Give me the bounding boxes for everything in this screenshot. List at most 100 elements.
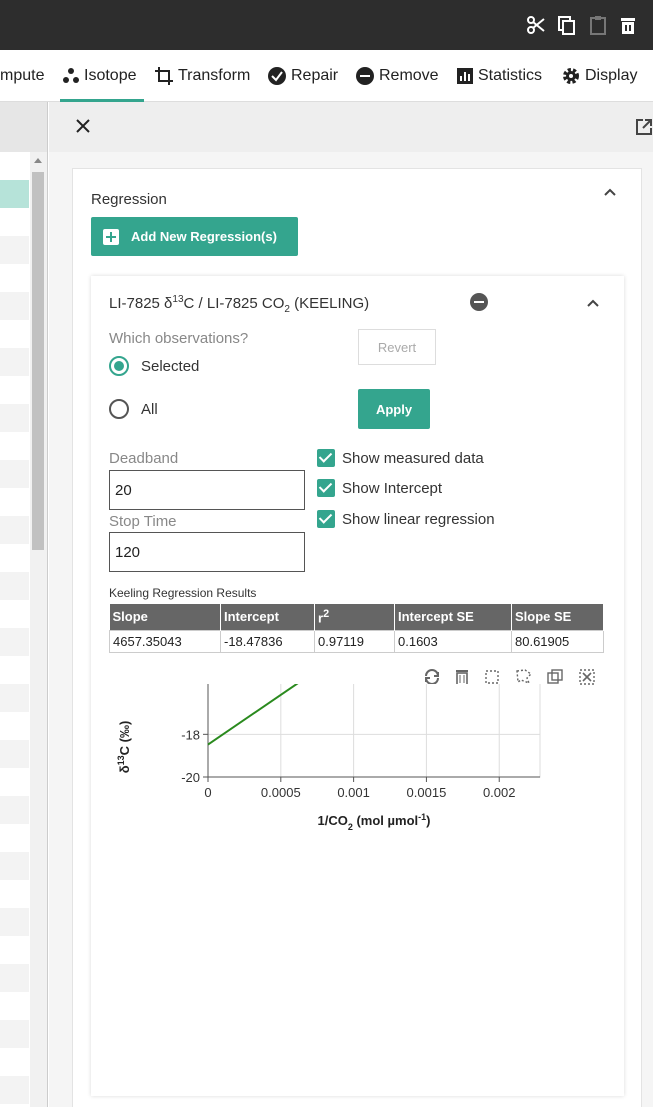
table-row[interactable] xyxy=(0,264,29,292)
trash-icon[interactable] xyxy=(617,14,639,36)
close-icon[interactable] xyxy=(71,114,95,138)
table-row[interactable] xyxy=(0,740,29,768)
stop-time-input[interactable]: 120 xyxy=(109,532,305,572)
show-measured-data-checkbox[interactable]: Show measured data xyxy=(317,449,484,467)
table-row[interactable] xyxy=(0,1076,29,1104)
results-cell: -18.47836 xyxy=(220,629,315,653)
y-tick-label: -18 xyxy=(181,727,200,742)
table-row[interactable] xyxy=(0,964,29,992)
table-row[interactable] xyxy=(0,656,29,684)
regression-item-title: LI-7825 δ13C / LI-7825 CO2 (KEELING) xyxy=(109,294,369,315)
gear-icon xyxy=(563,68,579,84)
table-row[interactable] xyxy=(0,768,29,796)
table-row[interactable] xyxy=(0,516,29,544)
table-row[interactable] xyxy=(0,404,29,432)
table-row[interactable] xyxy=(0,432,29,460)
radio-selected[interactable]: Selected xyxy=(109,356,199,376)
remove-regression-icon[interactable] xyxy=(469,292,489,312)
table-row-selected[interactable] xyxy=(0,180,29,208)
tool-display[interactable]: Display xyxy=(561,50,637,102)
y-axis-title-part: C (‰) xyxy=(117,721,132,756)
table-row[interactable] xyxy=(0,992,29,1020)
revert-button[interactable]: Revert xyxy=(358,329,436,365)
apply-button[interactable]: Apply xyxy=(358,389,430,429)
table-row[interactable] xyxy=(0,824,29,852)
table-row[interactable] xyxy=(0,796,29,824)
tool-label-remove: Remove xyxy=(379,67,439,84)
tool-label-display: Display xyxy=(585,67,638,84)
table-row[interactable] xyxy=(0,852,29,880)
table-row[interactable] xyxy=(0,488,29,516)
plus-icon xyxy=(103,228,119,245)
regression-item: LI-7825 δ13C / LI-7825 CO2 (KEELING) Whi… xyxy=(91,276,624,1096)
title-part: C / LI-7825 CO xyxy=(183,295,285,312)
crop-icon xyxy=(155,67,173,85)
table-row[interactable] xyxy=(0,908,29,936)
left-table-pane xyxy=(0,102,48,1107)
x-axis-title-part: ) xyxy=(426,813,430,828)
bar-chart-icon xyxy=(457,68,473,84)
table-row[interactable] xyxy=(0,208,29,236)
table-row[interactable] xyxy=(0,460,29,488)
x-axis-title-part: 1/CO xyxy=(318,813,348,828)
table-row[interactable] xyxy=(0,572,29,600)
radio-all-indicator[interactable] xyxy=(109,399,129,419)
radio-selected-indicator[interactable] xyxy=(109,356,129,376)
x-axis-title-part: -1 xyxy=(418,812,426,822)
paste-icon xyxy=(590,16,606,35)
chevron-up-icon[interactable] xyxy=(586,296,600,310)
scissors-icon[interactable] xyxy=(525,14,547,36)
table-row[interactable] xyxy=(0,376,29,404)
results-header-cell: Slope SE xyxy=(511,604,604,630)
tool-remove[interactable]: Remove xyxy=(355,50,439,102)
table-row[interactable] xyxy=(0,236,29,264)
tool-transform[interactable]: Transform xyxy=(154,50,250,102)
table-row[interactable] xyxy=(0,544,29,572)
chevron-up-icon[interactable] xyxy=(603,185,617,199)
radio-selected-label: Selected xyxy=(141,357,200,375)
radio-all[interactable]: All xyxy=(109,399,158,419)
scrollbar-thumb[interactable] xyxy=(32,172,44,550)
y-axis-title: δ13C (‰) xyxy=(116,721,132,774)
table-row[interactable] xyxy=(0,292,29,320)
show-intercept-checkbox[interactable]: Show Intercept xyxy=(317,479,442,497)
table-row[interactable] xyxy=(0,1020,29,1048)
tool-compute[interactable]: mpute xyxy=(0,50,44,102)
checkbox-box[interactable] xyxy=(317,510,335,528)
vertical-scrollbar[interactable] xyxy=(30,152,47,1107)
table-row[interactable] xyxy=(0,684,29,712)
copy-icon[interactable] xyxy=(556,14,578,36)
tool-label-transform: Transform xyxy=(178,67,251,84)
table-row[interactable] xyxy=(0,628,29,656)
top-bar xyxy=(0,0,653,50)
popout-icon[interactable] xyxy=(635,118,653,136)
isotope-icon xyxy=(63,68,79,83)
results-title: Keeling Regression Results xyxy=(109,586,257,600)
tool-repair[interactable]: Repair xyxy=(267,50,338,102)
tool-statistics[interactable]: Statistics xyxy=(456,50,542,102)
deadband-input[interactable]: 20 xyxy=(109,470,305,510)
table-row[interactable] xyxy=(0,936,29,964)
check-circle-icon xyxy=(268,67,286,85)
table-row[interactable] xyxy=(0,152,29,180)
tool-label-statistics: Statistics xyxy=(478,67,543,84)
tool-isotope[interactable]: Isotope xyxy=(60,50,144,102)
regression-section-title: Regression xyxy=(91,191,167,208)
results-header-row: Slope Intercept r2 Intercept SE Slope SE xyxy=(109,604,604,630)
checkbox-box[interactable] xyxy=(317,449,335,467)
checkbox-box[interactable] xyxy=(317,479,335,497)
scroll-up-arrow-icon[interactable] xyxy=(34,158,42,163)
regression-card: Regression Add New Regression(s) LI-7825… xyxy=(72,168,642,1107)
show-linear-regression-checkbox[interactable]: Show linear regression xyxy=(317,510,495,528)
keeling-plot[interactable]: 00.00050.0010.00150.002-5-6-9-12-15-18-2… xyxy=(91,684,624,1094)
title-part: (KEELING) xyxy=(289,295,370,312)
table-row[interactable] xyxy=(0,1048,29,1076)
left-table-header xyxy=(0,102,47,152)
table-row[interactable] xyxy=(0,600,29,628)
table-row[interactable] xyxy=(0,320,29,348)
table-row[interactable] xyxy=(0,880,29,908)
title-sup: 13 xyxy=(172,294,184,305)
table-row[interactable] xyxy=(0,712,29,740)
table-row[interactable] xyxy=(0,348,29,376)
add-new-regression-button[interactable]: Add New Regression(s) xyxy=(91,217,298,256)
